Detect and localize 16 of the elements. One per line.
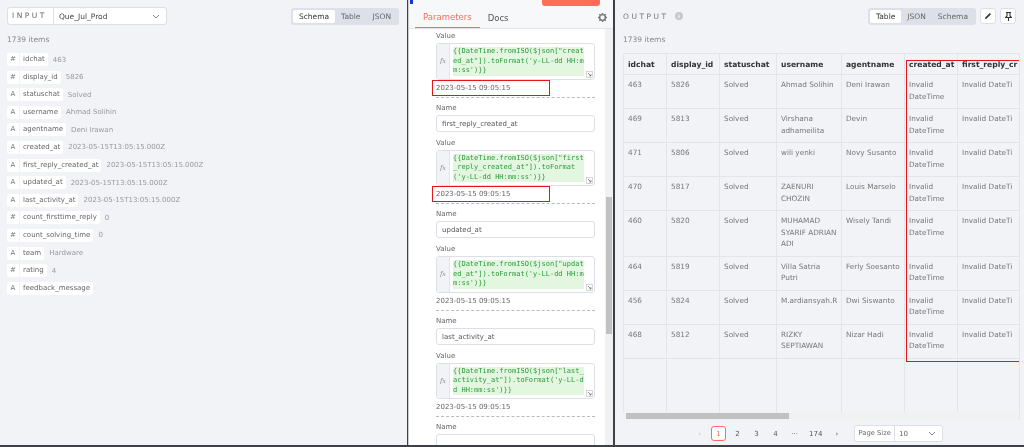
pencil-icon <box>984 12 992 20</box>
pin-button[interactable] <box>1000 8 1016 24</box>
edit-button[interactable] <box>980 8 996 24</box>
settings-icon[interactable] <box>598 13 607 22</box>
node-icon <box>410 0 413 4</box>
expand-icon[interactable] <box>586 283 593 291</box>
panel-tab[interactable]: Docs <box>479 11 517 28</box>
scrollbar[interactable] <box>605 29 613 445</box>
horizontal-scrollbar[interactable] <box>623 412 1018 420</box>
pin-icon <box>1004 11 1012 21</box>
chevron-down-icon <box>927 431 936 436</box>
chevron-down-icon <box>152 13 160 19</box>
expand-icon[interactable] <box>586 390 593 397</box>
info-icon <box>674 12 683 20</box>
expand-icon[interactable] <box>586 70 593 78</box>
expand-icon[interactable] <box>586 177 593 184</box>
